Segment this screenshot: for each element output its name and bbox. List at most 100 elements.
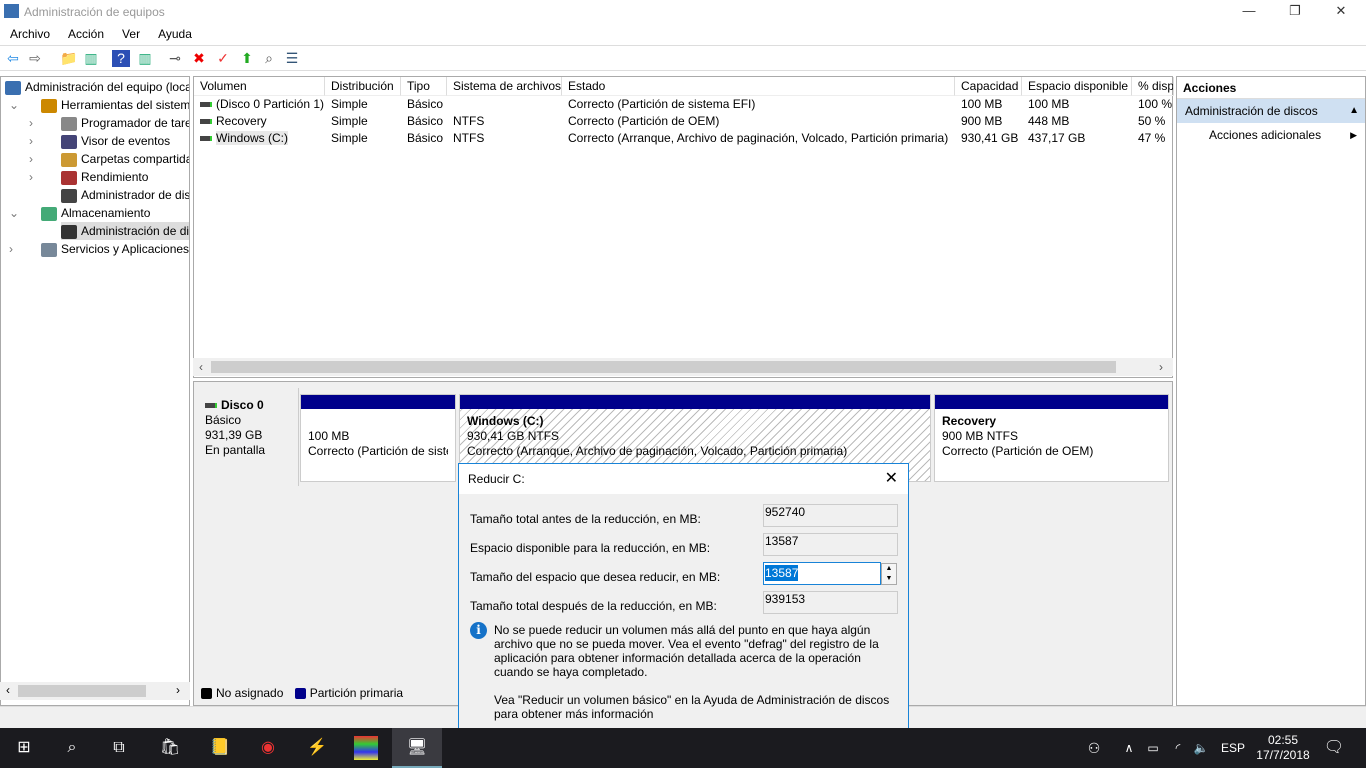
table-cell[interactable]: 100 % xyxy=(1132,96,1174,113)
volume-name-cell[interactable]: (Disco 0 Partición 1) xyxy=(194,96,325,113)
forward-icon[interactable]: ⇨ xyxy=(26,50,44,67)
expand-icon[interactable]: › xyxy=(29,168,33,186)
back-icon[interactable]: ⇦ xyxy=(4,50,22,67)
tree-item[interactable]: › Servicios y Aplicaciones xyxy=(1,240,189,258)
expand-icon[interactable]: › xyxy=(29,114,33,132)
table-cell[interactable]: NTFS xyxy=(447,130,562,147)
column-header[interactable]: Tipo xyxy=(401,77,447,96)
expand-icon[interactable]: › xyxy=(9,240,13,258)
restore-button[interactable]: ❐ xyxy=(1272,0,1318,24)
expand-icon[interactable]: ⌄ xyxy=(9,204,19,222)
table-cell[interactable]: Básico xyxy=(401,96,447,113)
table-cell[interactable]: 100 MB xyxy=(955,96,1022,113)
connect-drive-icon[interactable]: ⊸ xyxy=(166,50,184,67)
help-text[interactable]: Vea "Reducir un volumen básico" en la Ay… xyxy=(494,693,899,721)
wifi-icon[interactable]: ◜ xyxy=(1166,736,1190,760)
column-header[interactable]: Espacio disponible xyxy=(1022,77,1132,96)
show-hidden-icons[interactable]: ∧ xyxy=(1117,736,1141,760)
table-cell[interactable]: Básico xyxy=(401,113,447,130)
disk-info[interactable]: Disco 0 Básico 931,39 GB En pantalla xyxy=(195,388,299,486)
tree-item[interactable]: › Programador de tareas xyxy=(1,114,189,132)
table-cell[interactable]: 930,41 GB xyxy=(955,130,1022,147)
tree-item[interactable]: ⌄ Almacenamiento xyxy=(1,204,189,222)
table-cell[interactable]: 50 % xyxy=(1132,113,1174,130)
help-icon[interactable]: ? xyxy=(112,50,130,67)
table-cell[interactable]: Correcto (Partición de OEM) xyxy=(562,113,955,130)
app-icon-tool[interactable]: ⚡ xyxy=(305,736,329,760)
table-cell[interactable]: NTFS xyxy=(447,113,562,130)
table-cell[interactable]: 100 MB xyxy=(1022,96,1132,113)
expand-icon[interactable]: › xyxy=(29,150,33,168)
table-cell[interactable]: 47 % xyxy=(1132,130,1174,147)
chrome-icon[interactable]: ◉ xyxy=(256,736,280,760)
volume-icon[interactable]: 🔈 xyxy=(1189,736,1213,760)
column-header[interactable]: Distribución xyxy=(325,77,401,96)
column-header[interactable]: Estado xyxy=(562,77,955,96)
scroll-thumb[interactable] xyxy=(211,361,1116,373)
menu-3[interactable]: Ayuda xyxy=(148,24,200,41)
app-icon-colorful[interactable] xyxy=(354,736,378,760)
table-cell[interactable] xyxy=(447,96,562,113)
column-header[interactable]: % disponible xyxy=(1132,77,1174,96)
tree-item[interactable]: Administración del equipo (local) xyxy=(1,78,189,96)
table-cell[interactable]: Simple xyxy=(325,113,401,130)
table-cell[interactable]: 900 MB xyxy=(955,113,1022,130)
notifications-icon[interactable]: 🗨 xyxy=(1322,736,1346,760)
table-cell[interactable]: Simple xyxy=(325,96,401,113)
partition-recovery[interactable]: Recovery 900 MB NTFS Correcto (Partición d… xyxy=(934,394,1169,482)
export-icon[interactable]: ⬆ xyxy=(238,50,256,67)
close-button[interactable]: ✕ xyxy=(1318,0,1364,24)
tree-item[interactable]: › Carpetas compartidas xyxy=(1,150,189,168)
show-hide-action-pane-icon[interactable]: ▥ xyxy=(136,50,154,67)
clock[interactable]: 02:55 17/7/2018 xyxy=(1256,733,1310,763)
actions-section-disk-management[interactable]: Administración de discos ▲ xyxy=(1177,99,1365,123)
task-view-icon[interactable]: ⧉ xyxy=(107,736,131,760)
volume-name-cell[interactable]: Recovery xyxy=(194,113,325,130)
scroll-right-icon[interactable]: › xyxy=(1159,360,1163,374)
table-cell[interactable]: Simple xyxy=(325,130,401,147)
menu-0[interactable]: Archivo xyxy=(0,24,58,41)
table-cell[interactable]: 448 MB xyxy=(1022,113,1132,130)
spin-up-icon[interactable]: ▲ xyxy=(882,564,896,574)
search-icon[interactable]: ⌕ xyxy=(60,736,84,760)
search-icon[interactable]: ⌕ xyxy=(260,50,278,67)
table-cell[interactable]: 437,17 GB xyxy=(1022,130,1132,147)
column-header[interactable]: Sistema de archivos xyxy=(447,77,562,96)
language-indicator[interactable]: ESP xyxy=(1221,741,1245,755)
dialog-close-button[interactable]: ✕ xyxy=(885,464,898,494)
app-icon-user[interactable]: 📒 xyxy=(208,736,232,760)
store-icon[interactable]: 🛍 xyxy=(158,736,182,760)
table-cell[interactable]: Correcto (Arranque, Archivo de paginació… xyxy=(562,130,955,147)
spin-down-icon[interactable]: ▼ xyxy=(882,574,896,584)
expand-icon[interactable]: ⌄ xyxy=(9,96,19,114)
up-folder-icon[interactable]: 📁 xyxy=(60,50,78,67)
expand-icon[interactable]: › xyxy=(29,132,33,150)
tree-item[interactable]: Administración de discos xyxy=(1,222,189,240)
spinner[interactable]: ▲ ▼ xyxy=(881,563,897,585)
start-button[interactable]: ⊞ xyxy=(12,736,36,760)
tree-item[interactable]: › Rendimiento xyxy=(1,168,189,186)
table-cell[interactable]: Básico xyxy=(401,130,447,147)
partition-efi[interactable]: 100 MBCorrecto (Partición de sistema EFI… xyxy=(300,394,456,482)
collapse-icon[interactable]: ▲ xyxy=(1349,99,1359,123)
horizontal-scrollbar[interactable]: ‹ › xyxy=(193,358,1173,376)
tree-item[interactable]: › Visor de eventos xyxy=(1,132,189,150)
tree-scrollbar[interactable]: ‹ › xyxy=(0,682,190,700)
tree-item[interactable]: Administrador de dispositivos xyxy=(1,186,189,204)
table-cell[interactable]: Correcto (Partición de sistema EFI) xyxy=(562,96,955,113)
tree-item[interactable]: ⌄ Herramientas del sistema xyxy=(1,96,189,114)
battery-icon[interactable]: ▭ xyxy=(1141,736,1165,760)
more-actions-item[interactable]: Acciones adicionales ▶ xyxy=(1177,123,1365,147)
people-icon[interactable]: ⚇ xyxy=(1082,736,1106,760)
shrink-amount-input[interactable]: 13587 xyxy=(763,562,881,585)
minimize-button[interactable]: — xyxy=(1226,0,1272,24)
volume-name-cell[interactable]: Windows (C:) xyxy=(194,130,325,147)
properties-icon[interactable]: ✓ xyxy=(214,50,232,67)
show-hide-tree-icon[interactable]: ▥ xyxy=(82,50,100,67)
scroll-left-icon[interactable]: ‹ xyxy=(199,360,203,374)
delete-icon[interactable]: ✖ xyxy=(190,50,208,67)
column-header[interactable]: Capacidad xyxy=(955,77,1022,96)
computer-management-task[interactable]: 🖥 xyxy=(392,728,442,768)
menu-2[interactable]: Ver xyxy=(112,24,148,41)
menu-1[interactable]: Acción xyxy=(58,24,112,41)
